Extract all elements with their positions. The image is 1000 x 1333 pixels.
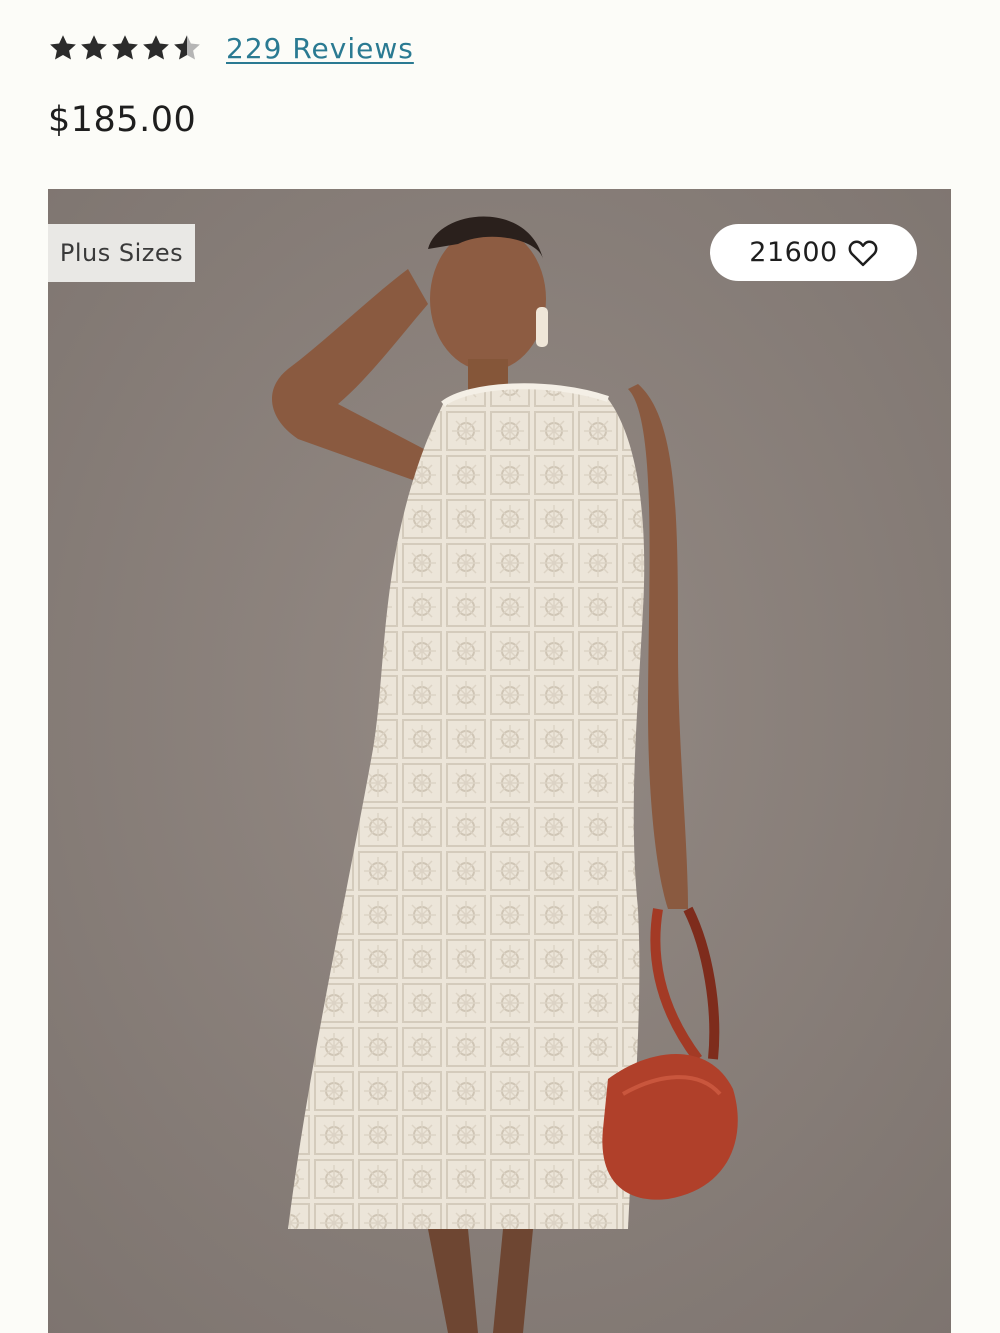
product-image[interactable]: Plus Sizes 21600 — [48, 189, 951, 1333]
product-price: $185.00 — [48, 100, 197, 140]
star-icon — [48, 33, 78, 63]
heart-outline-icon — [848, 239, 878, 267]
star-icon — [141, 33, 171, 63]
plus-sizes-badge: Plus Sizes — [48, 224, 195, 282]
wishlist-button[interactable]: 21600 — [710, 224, 917, 281]
rating-row: 229 Reviews — [48, 28, 414, 68]
half-star-icon — [172, 33, 202, 63]
reviews-link[interactable]: 229 Reviews — [226, 32, 414, 65]
star-icon — [79, 33, 109, 63]
star-rating — [48, 33, 202, 63]
wishlist-count: 21600 — [749, 237, 838, 268]
product-photo — [48, 189, 951, 1333]
product-detail-page: 229 Reviews $185.00 Plus Sizes 21600 — [0, 0, 1000, 1333]
star-icon — [110, 33, 140, 63]
